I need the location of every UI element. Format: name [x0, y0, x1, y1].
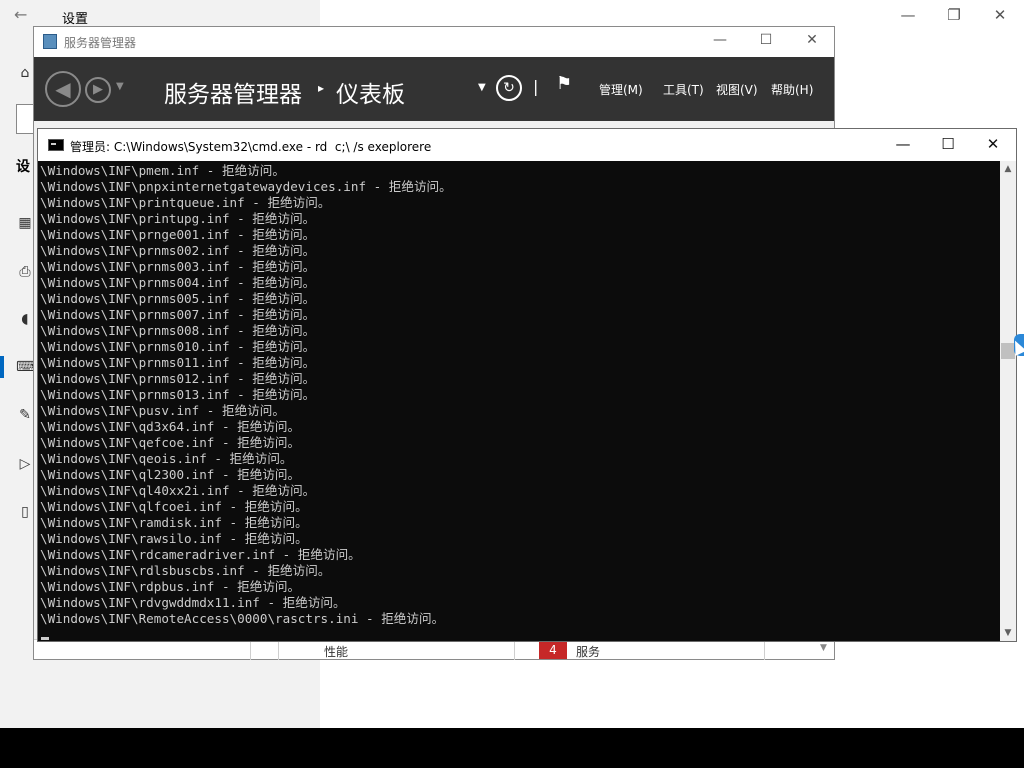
server-manager-app-icon	[43, 34, 57, 49]
console-line: \Windows\INF\prnms005.inf - 拒绝访问。	[40, 291, 316, 306]
console-line: \Windows\INF\prnms011.inf - 拒绝访问。	[40, 355, 316, 370]
home-icon[interactable]: ⌂	[16, 64, 34, 82]
mouse-icon[interactable]: ◖	[16, 310, 34, 328]
console-line: \Windows\INF\qd3x64.inf - 拒绝访问。	[40, 419, 301, 434]
console-line: \Windows\INF\prnms002.inf - 拒绝访问。	[40, 243, 316, 258]
scroll-down-icon[interactable]: ▼	[1000, 625, 1016, 641]
text-cursor	[41, 637, 49, 640]
srvmgr-scroll-down-icon[interactable]: ▼	[820, 643, 827, 653]
console-line: \Windows\INF\prnge001.inf - 拒绝访问。	[40, 227, 316, 242]
console-line: \Windows\INF\qefcoe.inf - 拒绝访问。	[40, 435, 301, 450]
usb-icon[interactable]: ▯	[16, 503, 34, 521]
breadcrumb-dropdown-icon[interactable]: ▼	[478, 82, 486, 93]
srvmgr-close-button[interactable]: ✕	[802, 32, 822, 48]
console-line: \Windows\INF\prnms004.inf - 拒绝访问。	[40, 275, 316, 290]
cmd-minimize-button[interactable]: —	[891, 135, 915, 153]
breadcrumb-root[interactable]: 服务器管理器	[164, 75, 302, 109]
console-line: \Windows\INF\RemoteAccess\0000\rasctrs.i…	[40, 611, 445, 626]
tile-divider	[514, 640, 515, 660]
console-line: \Windows\INF\ramdisk.inf - 拒绝访问。	[40, 515, 308, 530]
console-line: \Windows\INF\printupg.inf - 拒绝访问。	[40, 211, 316, 226]
console-line: \Windows\INF\pusv.inf - 拒绝访问。	[40, 403, 285, 418]
server-manager-toolbar: ◀ ▶ ▼ 服务器管理器 ▸ 仪表板 ▼ ↻ | ⚑ 管理(M) 工具(T) 视…	[34, 57, 834, 121]
settings-close-button[interactable]: ✕	[990, 6, 1010, 24]
menu-view[interactable]: 视图(V)	[716, 81, 758, 98]
console-app-icon	[48, 139, 64, 151]
toolbar-divider: |	[533, 77, 539, 96]
notifications-flag-icon[interactable]: ⚑	[556, 73, 572, 94]
server-manager-title: 服务器管理器	[64, 36, 137, 50]
display-icon[interactable]: ▦	[16, 214, 34, 232]
console-line: \Windows\INF\qlfcoei.inf - 拒绝访问。	[40, 499, 308, 514]
menu-help[interactable]: 帮助(H)	[771, 81, 813, 98]
settings-section-label: 设	[16, 159, 30, 175]
console-line: \Windows\INF\prnms008.inf - 拒绝访问。	[40, 323, 316, 338]
menu-manage[interactable]: 管理(M)	[599, 81, 643, 98]
console-line: \Windows\INF\printqueue.inf - 拒绝访问。	[40, 195, 331, 210]
tile-divider	[250, 640, 251, 660]
breadcrumb-page: 仪表板	[336, 82, 405, 108]
forward-nav-icon[interactable]: ▶	[85, 77, 111, 103]
console-line: \Windows\INF\rdcameradriver.inf - 拒绝访问。	[40, 547, 361, 562]
tile-divider	[278, 640, 279, 660]
settings-minimize-button[interactable]: —	[898, 6, 918, 24]
console-line: \Windows\INF\rawsilo.inf - 拒绝访问。	[40, 531, 308, 546]
selected-indicator	[0, 356, 4, 378]
dashboard-tile-row: 性能 4 服务 ▼	[34, 639, 834, 660]
console-line: \Windows\INF\prnms012.inf - 拒绝访问。	[40, 371, 316, 386]
cmd-window: 管理员: C:\Windows\System32\cmd.exe - rd c;…	[37, 128, 1017, 642]
cmd-vertical-scrollbar[interactable]: ▲ ▼	[1000, 161, 1016, 641]
console-line: \Windows\INF\prnms003.inf - 拒绝访问。	[40, 259, 316, 274]
pen-icon[interactable]: ✎	[16, 406, 34, 424]
back-nav-icon[interactable]: ◀	[45, 71, 81, 107]
nav-dropdown-icon[interactable]: ▼	[116, 81, 124, 92]
back-arrow-icon[interactable]: ←	[14, 5, 27, 24]
console-line: \Windows\INF\prnms007.inf - 拒绝访问。	[40, 307, 316, 322]
console-line: \Windows\INF\rdpbus.inf - 拒绝访问。	[40, 579, 301, 594]
autoplay-icon[interactable]: ▷	[16, 455, 34, 473]
console-line: \Windows\INF\ql2300.inf - 拒绝访问。	[40, 467, 301, 482]
console-line: \Windows\INF\prnms010.inf - 拒绝访问。	[40, 339, 316, 354]
services-count-badge[interactable]: 4	[539, 641, 567, 659]
printer-icon[interactable]: ⎙	[16, 263, 34, 281]
tile-divider	[764, 640, 765, 660]
cmd-titlebar: 管理员: C:\Windows\System32\cmd.exe - rd c;…	[38, 129, 1016, 161]
console-line: \Windows\INF\qeois.inf - 拒绝访问。	[40, 451, 293, 466]
console-line: \Windows\INF\ql40xx2i.inf - 拒绝访问。	[40, 483, 316, 498]
console-line: \Windows\INF\pnpxinternetgatewaydevices.…	[40, 179, 452, 194]
console-line: \Windows\INF\rdlsbuscbs.inf - 拒绝访问。	[40, 563, 331, 578]
keyboard-icon[interactable]: ⌨	[16, 358, 36, 376]
console-output[interactable]: \Windows\INF\pmem.inf - 拒绝访问。 \Windows\IN…	[38, 161, 1000, 641]
console-line: \Windows\INF\rdvgwddmdx11.inf - 拒绝访问。	[40, 595, 346, 610]
console-line: \Windows\INF\pmem.inf - 拒绝访问。	[40, 163, 285, 178]
console-line: \Windows\INF\prnms013.inf - 拒绝访问。	[40, 387, 316, 402]
tile-performance-label[interactable]: 性能	[324, 643, 348, 660]
cmd-maximize-button[interactable]: ☐	[936, 135, 960, 153]
menu-tools[interactable]: 工具(T)	[663, 81, 704, 98]
refresh-icon[interactable]: ↻	[496, 75, 522, 101]
cmd-title: 管理员: C:\Windows\System32\cmd.exe - rd c;…	[70, 140, 432, 154]
scroll-up-icon[interactable]: ▲	[1000, 161, 1016, 177]
srvmgr-maximize-button[interactable]: ☐	[756, 32, 776, 48]
cmd-close-button[interactable]: ✕	[981, 135, 1005, 153]
srvmgr-minimize-button[interactable]: —	[710, 32, 730, 48]
breadcrumb-separator-icon: ▸	[318, 81, 325, 95]
server-manager-titlebar: 服务器管理器 — ☐ ✕	[34, 27, 834, 57]
tile-services-label[interactable]: 服务	[576, 643, 600, 660]
settings-title: 设置	[62, 12, 89, 27]
settings-maximize-button[interactable]: ❐	[944, 6, 964, 24]
